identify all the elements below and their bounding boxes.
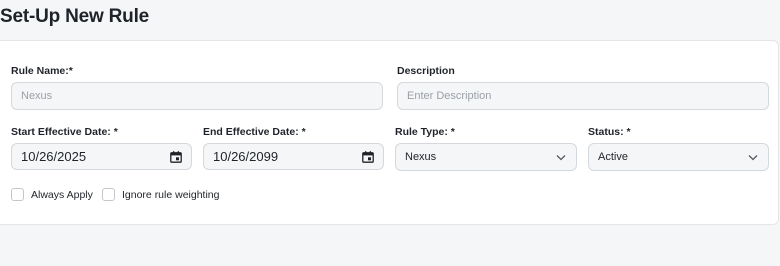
- always-apply-option[interactable]: Always Apply: [11, 188, 93, 201]
- status-label: Status: *: [588, 126, 631, 138]
- rule-form-card: Rule Name:* Nexus Description Enter Desc…: [0, 40, 779, 225]
- status-select[interactable]: Active: [588, 143, 769, 171]
- ignore-weighting-label: Ignore rule weighting: [122, 188, 220, 201]
- calendar-icon[interactable]: [362, 151, 374, 163]
- rule-type-label: Rule Type: *: [395, 126, 455, 138]
- rule-name-label: Rule Name:*: [11, 65, 73, 77]
- page-bottom-area: [0, 258, 780, 266]
- description-placeholder: Enter Description: [407, 90, 492, 102]
- always-apply-label: Always Apply: [31, 188, 93, 201]
- ignore-weighting-checkbox[interactable]: [102, 188, 115, 201]
- end-date-input[interactable]: 10/26/2099: [203, 143, 384, 170]
- calendar-icon[interactable]: [170, 151, 182, 163]
- rule-name-field[interactable]: Nexus: [11, 82, 383, 110]
- status-value: Active: [598, 151, 628, 163]
- end-date-label: End Effective Date: *: [203, 126, 306, 138]
- end-date-value: 10/26/2099: [213, 149, 279, 164]
- chevron-down-icon: [556, 155, 566, 161]
- description-label: Description: [397, 65, 455, 77]
- start-date-value: 10/26/2025: [21, 149, 87, 164]
- rule-type-select[interactable]: Nexus: [395, 143, 577, 171]
- rule-type-value: Nexus: [405, 151, 437, 163]
- description-field[interactable]: Enter Description: [397, 82, 769, 110]
- page-title: Set-Up New Rule: [0, 6, 150, 27]
- ignore-weighting-option[interactable]: Ignore rule weighting: [102, 188, 219, 201]
- always-apply-checkbox[interactable]: [11, 188, 24, 201]
- start-date-label: Start Effective Date: *: [11, 126, 118, 138]
- start-date-input[interactable]: 10/26/2025: [11, 143, 192, 170]
- chevron-down-icon: [748, 155, 758, 161]
- rule-name-placeholder: Nexus: [21, 90, 53, 102]
